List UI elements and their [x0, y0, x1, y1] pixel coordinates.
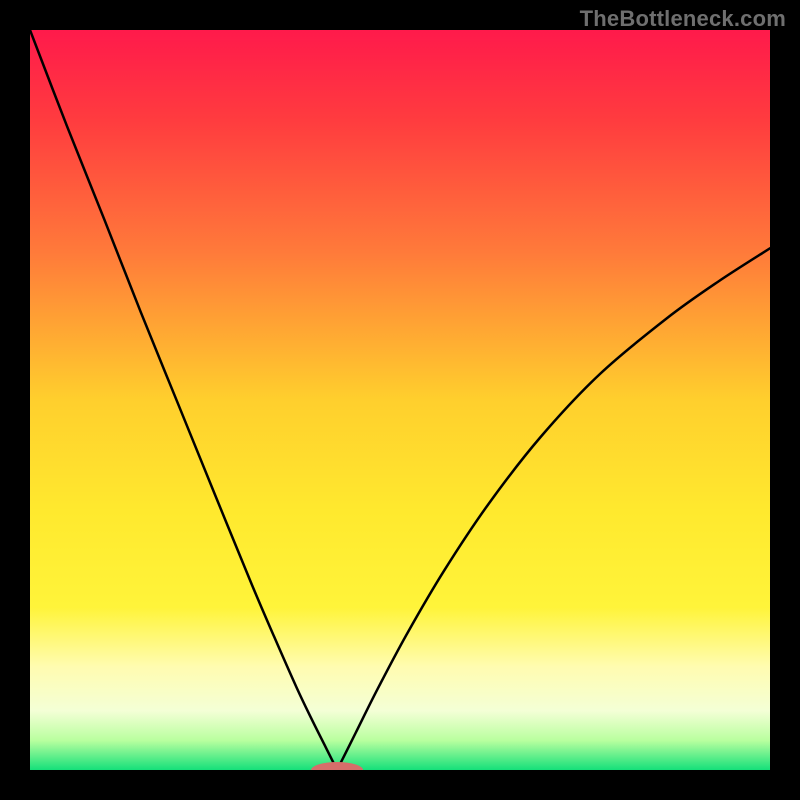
watermark-text: TheBottleneck.com	[580, 6, 786, 32]
chart-frame: TheBottleneck.com	[0, 0, 800, 800]
gradient-background	[30, 30, 770, 770]
chart-svg	[30, 30, 770, 770]
plot-area	[30, 30, 770, 770]
